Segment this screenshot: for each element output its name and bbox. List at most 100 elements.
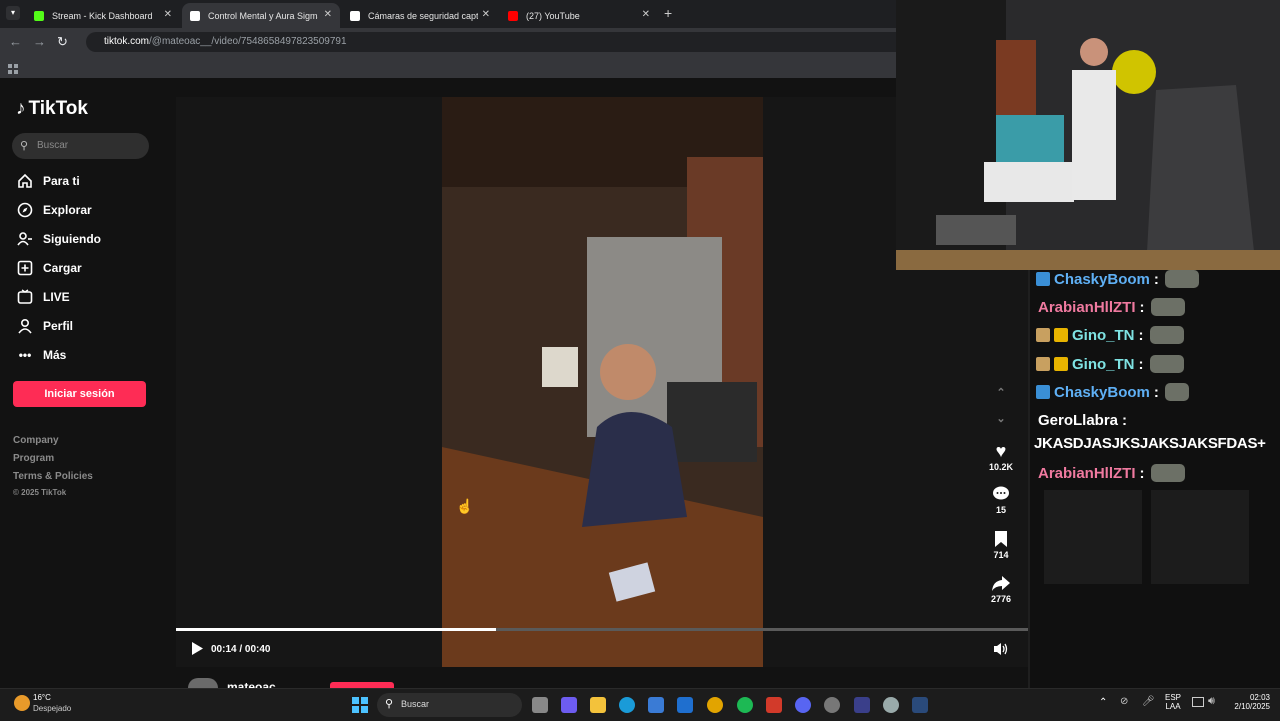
login-button[interactable]: Iniciar sesión (13, 381, 146, 407)
capture-app-icon[interactable] (766, 697, 782, 713)
webcam-scene-image (896, 0, 1280, 270)
clock[interactable]: 02:03 2/10/2025 (1224, 693, 1270, 711)
save-button[interactable]: 714 (985, 530, 1017, 560)
bookmark-icon (985, 530, 1017, 550)
close-icon[interactable]: ✕ (642, 9, 650, 20)
discord-icon[interactable] (795, 697, 811, 713)
language-code: ESP (1164, 693, 1181, 702)
comment-button[interactable]: 15 (985, 485, 1017, 515)
task-view-icon[interactable] (532, 697, 548, 713)
following-icon (16, 230, 34, 248)
footer-terms[interactable]: Terms & Policies (13, 471, 93, 482)
emote-icon (1164, 270, 1199, 288)
author-name[interactable]: mateoac (227, 680, 276, 688)
chat-username: Gino_TN (1072, 326, 1135, 344)
next-video-icon[interactable]: ⌄ (985, 412, 1017, 425)
like-count: 10.2K (988, 462, 1014, 472)
chat-text: : (1139, 298, 1145, 316)
author-avatar[interactable] (188, 678, 218, 688)
taskbar-search[interactable]: ⚲ Buscar (377, 693, 522, 717)
new-tab-icon[interactable]: + (664, 5, 672, 21)
badge-icon (1036, 272, 1050, 286)
badge-icon (1036, 385, 1050, 399)
nav-label: Siguiendo (43, 232, 101, 246)
file-explorer-icon[interactable] (590, 697, 606, 713)
nav-siguiendo[interactable]: Siguiendo (16, 229, 101, 249)
nav-live[interactable]: LIVE (16, 287, 70, 307)
like-button[interactable]: ♥ 10.2K (985, 440, 1017, 472)
volume-icon (994, 643, 1008, 655)
apps-grid-icon[interactable] (8, 61, 18, 74)
tiktok-sidebar: ♪ TikTok ⚲ Buscar Para ti Explorar Sigui… (0, 78, 176, 688)
tray-expand-icon[interactable]: ⌃ (1099, 697, 1107, 708)
tab-tiktok-cameras[interactable]: Cámaras de seguridad captaro ✕ (342, 3, 498, 28)
network-icon[interactable]: ⊘ (1120, 696, 1128, 707)
close-icon[interactable]: ✕ (324, 9, 332, 20)
save-count: 714 (993, 550, 1009, 560)
volume-button[interactable] (993, 642, 1009, 661)
video-frame[interactable] (442, 97, 763, 667)
chat-text: : (1139, 464, 1145, 482)
url-host: tiktok.com (104, 36, 150, 47)
nav-para-ti[interactable]: Para ti (16, 171, 80, 191)
tab-tiktok-video[interactable]: Control Mental y Aura Sigma: L ✕ (182, 3, 340, 28)
volume-icon[interactable]: 🔊︎ (1208, 695, 1215, 708)
url-field[interactable]: tiktok.com/@mateoac__/video/754865849782… (86, 32, 914, 52)
chat-username: ArabianHllZTI (1038, 298, 1136, 316)
store-icon[interactable] (648, 697, 664, 713)
tab-kick-dashboard[interactable]: Stream - Kick Dashboard ✕ (26, 3, 180, 28)
nav-explorar[interactable]: Explorar (16, 200, 92, 220)
tab-youtube[interactable]: (27) YouTube ✕ (500, 3, 658, 28)
settings-app-icon[interactable] (824, 697, 840, 713)
nav-mas[interactable]: ••• Más (16, 345, 67, 365)
chat-username: GeroLlabra (1038, 412, 1119, 429)
play-button[interactable] (190, 641, 204, 661)
previous-video-icon[interactable]: ⌃ (985, 386, 1017, 399)
chat-message: ChaskyBoom : (1036, 270, 1199, 288)
chat-message: ArabianHllZTI : (1036, 298, 1185, 316)
start-button[interactable] (352, 697, 368, 718)
share-button[interactable]: 2776 (985, 574, 1017, 604)
chrome-icon[interactable] (707, 697, 723, 713)
nav-cargar[interactable]: Cargar (16, 258, 82, 278)
outlook-icon[interactable] (677, 697, 693, 713)
edge-icon[interactable] (619, 697, 635, 713)
close-icon[interactable]: ✕ (482, 9, 490, 20)
compass-icon (16, 201, 34, 219)
emote-icon (1149, 326, 1184, 344)
mouse-cursor-icon: ☝ (456, 498, 474, 514)
footer-company[interactable]: Company (13, 435, 59, 446)
display-icon[interactable] (1192, 697, 1204, 707)
chat-message: Gino_TN : (1036, 326, 1184, 344)
search-input[interactable]: ⚲ Buscar (12, 133, 149, 159)
nav-perfil[interactable]: Perfil (16, 316, 73, 336)
footer-program[interactable]: Program (13, 453, 54, 464)
chat-message: GeroLlabra : (1036, 412, 1127, 429)
video-scene-image (442, 97, 763, 667)
nav-label: LIVE (43, 290, 70, 304)
chat-text: : (1138, 355, 1144, 373)
copilot-icon[interactable] (561, 697, 577, 713)
tab-title: Cámaras de seguridad captaro (368, 10, 478, 21)
tiktok-logo[interactable]: ♪ TikTok (16, 98, 88, 120)
chat-message: ArabianHllZTI : (1036, 464, 1185, 482)
tab-list-icon[interactable]: ▾ (6, 6, 20, 20)
copyright: © 2025 TikTok (13, 488, 67, 497)
weather-icon[interactable] (14, 695, 30, 711)
nav-label: Perfil (43, 319, 74, 333)
back-icon[interactable]: ← (9, 34, 22, 49)
media-app-icon[interactable] (854, 697, 870, 713)
microphone-icon[interactable]: 🎤︎ (1142, 696, 1155, 707)
spotify-icon[interactable] (737, 697, 753, 713)
reload-icon[interactable]: ↻ (57, 34, 68, 50)
forward-icon[interactable]: → (33, 34, 46, 49)
weather-desc: Despejado (33, 704, 72, 713)
chat-message: Gino_TN : (1036, 355, 1184, 373)
kick-icon (34, 10, 44, 21)
language-indicator[interactable]: ESP LAA (1162, 693, 1184, 711)
nav-label: Cargar (43, 261, 82, 275)
share-icon (985, 574, 1017, 594)
steam-icon[interactable] (912, 697, 928, 713)
gear-icon[interactable] (883, 697, 899, 713)
close-icon[interactable]: ✕ (164, 9, 172, 20)
